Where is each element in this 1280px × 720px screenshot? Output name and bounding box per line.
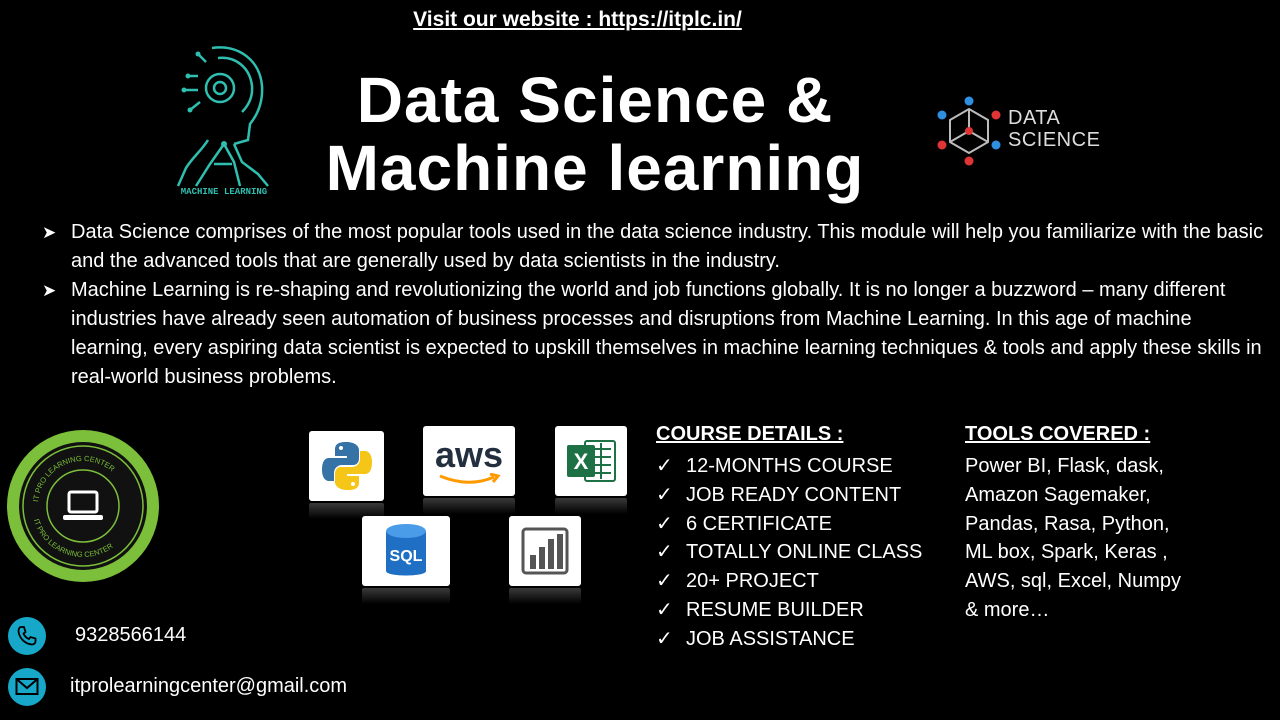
email-address[interactable]: itprolearningcenter@gmail.com (70, 675, 347, 698)
sql-label: SQL (390, 548, 423, 565)
arrow-bullet-icon: ➤ (42, 281, 57, 300)
check-icon: ✓ (656, 541, 673, 564)
phone-number[interactable]: 9328566144 (75, 624, 186, 647)
check-icon: ✓ (656, 512, 673, 535)
title-line-2: Machine learning (325, 132, 865, 204)
excel-tile: X (555, 426, 627, 496)
ds-logo-line-1: DATA (1008, 107, 1061, 129)
list-item: ✓ 20+ PROJECT (656, 567, 922, 596)
it-pro-learning-center-badge: IT PRO LEARNING CENTER IT PRO LEARNING C… (2, 425, 164, 587)
course-item-text: 12-MONTHS COURSE (686, 455, 893, 477)
list-item: ✓ JOB READY CONTENT (656, 481, 922, 510)
data-science-logo-text: DATA SCIENCE (1008, 107, 1100, 151)
check-icon: ✓ (656, 598, 673, 621)
course-item-text: 6 CERTIFICATE (686, 512, 832, 535)
sql-tile: SQL (362, 516, 450, 586)
bullet-text-data-science: Data Science comprises of the most popul… (71, 221, 1264, 272)
check-icon: ✓ (656, 570, 673, 593)
powerbi-tile (509, 516, 581, 586)
aws-tile: aws (423, 426, 515, 496)
aws-reflection (423, 498, 515, 514)
ds-logo-line-2: SCIENCE (1008, 129, 1101, 151)
title-line-1: Data Science & (356, 64, 834, 136)
list-item: ➤ Machine Learning is re-shaping and rev… (42, 276, 1264, 392)
python-icon (321, 442, 372, 490)
tools-covered-text: Power BI, Flask, dask, Amazon Sagemaker,… (965, 455, 1181, 621)
course-item-text: JOB ASSISTANCE (686, 627, 855, 650)
course-item-text: TOTALLY ONLINE CLASS (686, 541, 923, 564)
page-title: Data Science & Machine learning (290, 66, 900, 202)
list-item: ✓ 6 CERTIFICATE (656, 510, 922, 539)
sql-icon: SQL (386, 524, 426, 576)
tools-covered-heading: TOOLS COVERED : (965, 423, 1151, 445)
aws-icon: aws (434, 434, 504, 475)
course-details-list: ✓ 12-MONTHS COURSE ✓ JOB READY CONTENT ✓ 6 … (656, 452, 922, 654)
list-item: ✓ 12-MONTHS COURSE (656, 452, 922, 481)
powerbi-reflection (509, 588, 581, 604)
course-item-text: RESUME BUILDER (686, 598, 864, 621)
course-item-text: JOB READY CONTENT (686, 483, 902, 506)
bullet-text-machine-learning: Machine Learning is re-shaping and revol… (71, 279, 1262, 388)
ml-head-logo-icon: MACHINE LEARNING (176, 46, 269, 197)
course-item-text: 20+ PROJECT (686, 570, 819, 593)
ml-logo-caption: MACHINE LEARNING (181, 187, 267, 197)
arrow-bullet-icon: ➤ (42, 223, 57, 242)
excel-reflection (555, 498, 627, 514)
python-tile (309, 431, 384, 501)
description-list: ➤ Data Science comprises of the most pop… (42, 218, 1264, 392)
excel-icon: X (567, 440, 616, 482)
list-item: ➤ Data Science comprises of the most pop… (42, 218, 1264, 276)
check-icon: ✓ (656, 483, 673, 506)
check-icon: ✓ (656, 455, 673, 477)
phone-icon (8, 617, 46, 655)
website-link[interactable]: Visit our website : https://itplc.in/ (0, 8, 1155, 32)
course-details-heading: COURSE DETAILS : (656, 423, 844, 445)
machine-learning-logo: MACHINE LEARNING (168, 40, 280, 200)
list-item: ✓ RESUME BUILDER (656, 596, 922, 625)
excel-letter: X (574, 449, 589, 474)
email-icon (8, 668, 46, 706)
aws-smile-icon (439, 473, 501, 484)
data-science-logo: DATA SCIENCE (936, 95, 1106, 167)
check-icon: ✓ (656, 627, 673, 650)
list-item: ✓ JOB ASSISTANCE (656, 625, 922, 654)
data-science-logo-icon (937, 96, 1001, 166)
list-item: ✓ TOTALLY ONLINE CLASS (656, 538, 922, 567)
powerbi-icon (521, 527, 569, 575)
sql-reflection (362, 588, 450, 604)
